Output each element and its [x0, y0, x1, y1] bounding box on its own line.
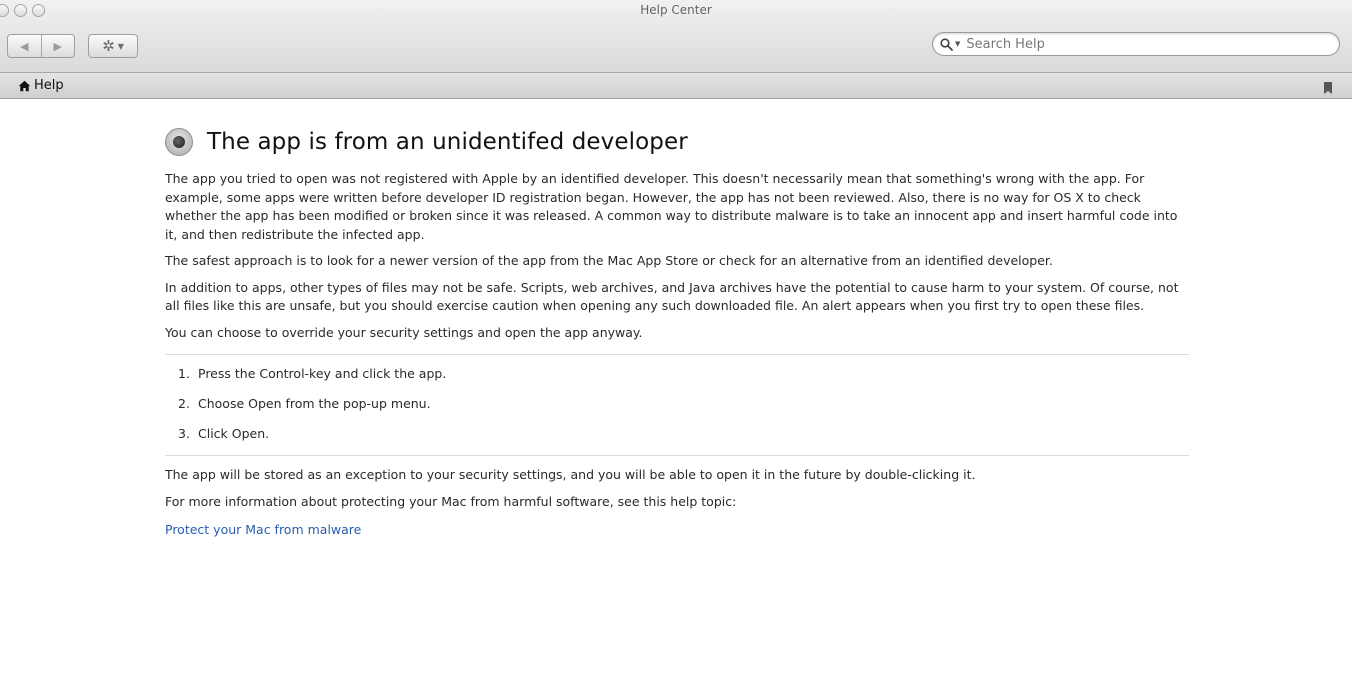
step-number: 2. — [178, 396, 190, 411]
article-paragraph: The app you tried to open was not regist… — [165, 171, 1178, 242]
article-paragraph: In addition to apps, other types of file… — [165, 279, 1179, 314]
article-header: The app is from an unidentifed developer — [165, 128, 1189, 156]
help-home-label: Help — [34, 78, 64, 93]
gear-icon: ✲ — [102, 36, 115, 55]
step-number: 3. — [178, 426, 190, 441]
forward-arrow-icon: ▶ — [53, 39, 62, 53]
bookmark-button[interactable] — [1324, 79, 1332, 98]
steps-list: 1. Press the Control-key and click the ap… — [165, 365, 1189, 443]
help-navigation-bar: Help — [0, 73, 1352, 99]
back-button[interactable]: ◀ — [8, 35, 41, 57]
article-paragraph: You can choose to override your security… — [165, 324, 643, 340]
action-menu-button[interactable]: ✲ ▼ — [88, 34, 138, 58]
malware-help-link[interactable]: Protect your Mac from malware — [165, 522, 361, 537]
home-icon — [18, 80, 31, 91]
article-paragraph: The safest approach is to look for a new… — [165, 253, 1053, 268]
back-forward-control: ◀ ▶ — [7, 34, 75, 58]
bookmark-icon — [1324, 82, 1332, 94]
help-home-link[interactable]: Help — [18, 78, 64, 93]
article-title: The app is from an unidentifed developer — [207, 129, 688, 155]
step-item: 3. Click Open. — [178, 425, 1189, 443]
step-item: 2. Choose Open from the pop-up menu. — [178, 395, 1189, 413]
divider — [165, 455, 1189, 456]
step-text: Choose Open from the pop-up menu. — [198, 396, 431, 411]
step-text: Press the Control-key and click the app. — [198, 366, 447, 381]
article-paragraph: The app will be stored as an exception t… — [165, 467, 976, 482]
divider — [165, 354, 1189, 355]
step-item: 1. Press the Control-key and click the ap… — [178, 365, 1189, 383]
forward-button[interactable]: ▶ — [40, 35, 75, 57]
search-icon — [940, 37, 953, 51]
app-warning-icon — [165, 128, 193, 156]
search-field[interactable]: ▼ — [932, 32, 1340, 56]
window-title: Help Center — [640, 3, 712, 17]
article-paragraph: For more information about protecting yo… — [165, 493, 737, 509]
chevron-down-icon: ▼ — [117, 41, 124, 51]
back-arrow-icon: ◀ — [20, 39, 29, 53]
search-options-chevron-icon[interactable]: ▼ — [955, 40, 960, 48]
step-number: 1. — [178, 366, 190, 381]
help-content-area: The app is from an unidentifed developer… — [0, 98, 1352, 676]
step-text: Click Open. — [198, 426, 270, 441]
help-article: The app is from an unidentifed developer… — [165, 128, 1189, 538]
search-input[interactable] — [966, 36, 1307, 52]
window-toolbar: Help Center ◀ ▶ ✲ ▼ ▼ — [0, 0, 1352, 73]
